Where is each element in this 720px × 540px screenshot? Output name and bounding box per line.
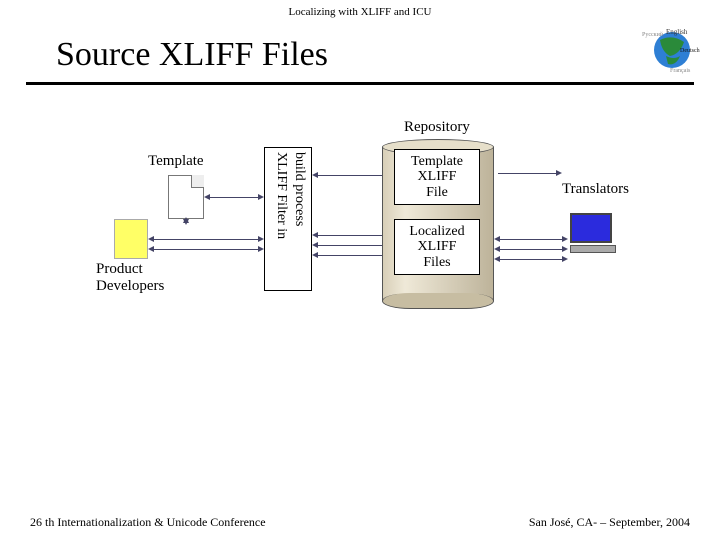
filter-line1: XLIFF Filter in — [271, 152, 289, 288]
arrow-template-filter — [208, 197, 260, 198]
header-small: Localizing with XLIFF and ICU — [0, 0, 720, 20]
translators-label: Translators — [562, 181, 629, 198]
arrow-dev-filter-1 — [152, 239, 260, 240]
globe-icon: Русский English Deutsch Français — [640, 26, 700, 74]
diagram-area: Repository Template Product Developers X… — [0, 109, 720, 439]
repo-localized-xliff-files: Localized XLIFF Files — [394, 219, 480, 275]
arrow-filter-repo-3 — [316, 245, 388, 246]
arrow-dev-filter-2 — [152, 249, 260, 250]
product-developers-label: Product Developers — [96, 261, 164, 296]
footer-left: 26 th Internationalization & Unicode Con… — [30, 515, 266, 530]
svg-text:Русский: Русский — [642, 31, 664, 38]
template-label: Template — [148, 153, 204, 170]
filter-line2: build process — [289, 152, 307, 288]
repo-template-xliff-file: Template XLIFF File — [394, 149, 480, 205]
footer-right: San José, CA- – September, 2004 — [529, 515, 690, 530]
svg-text:Deutsch: Deutsch — [680, 48, 700, 54]
arrow-filter-repo-2 — [316, 235, 388, 236]
source-doc-icon — [114, 219, 148, 259]
template-doc-icon — [168, 175, 204, 219]
arrow-filter-repo-1 — [316, 175, 388, 176]
arrow-repo-trans-1 — [498, 173, 558, 174]
arrow-repo-trans-3 — [498, 249, 564, 250]
svg-text:Français: Français — [670, 68, 691, 74]
arrow-filter-repo-4 — [316, 255, 388, 256]
arrow-repo-trans-2 — [498, 239, 564, 240]
title-region: Source XLIFF Files Русский English Deuts… — [26, 20, 694, 85]
svg-text:English: English — [666, 28, 688, 36]
repository-label: Repository — [404, 119, 470, 136]
xliff-filter-box: XLIFF Filter in build process — [264, 147, 312, 291]
slide-title: Source XLIFF Files — [56, 36, 328, 73]
footer: 26 th Internationalization & Unicode Con… — [30, 515, 690, 530]
computer-icon — [570, 213, 616, 253]
arrow-repo-trans-4 — [498, 259, 564, 260]
